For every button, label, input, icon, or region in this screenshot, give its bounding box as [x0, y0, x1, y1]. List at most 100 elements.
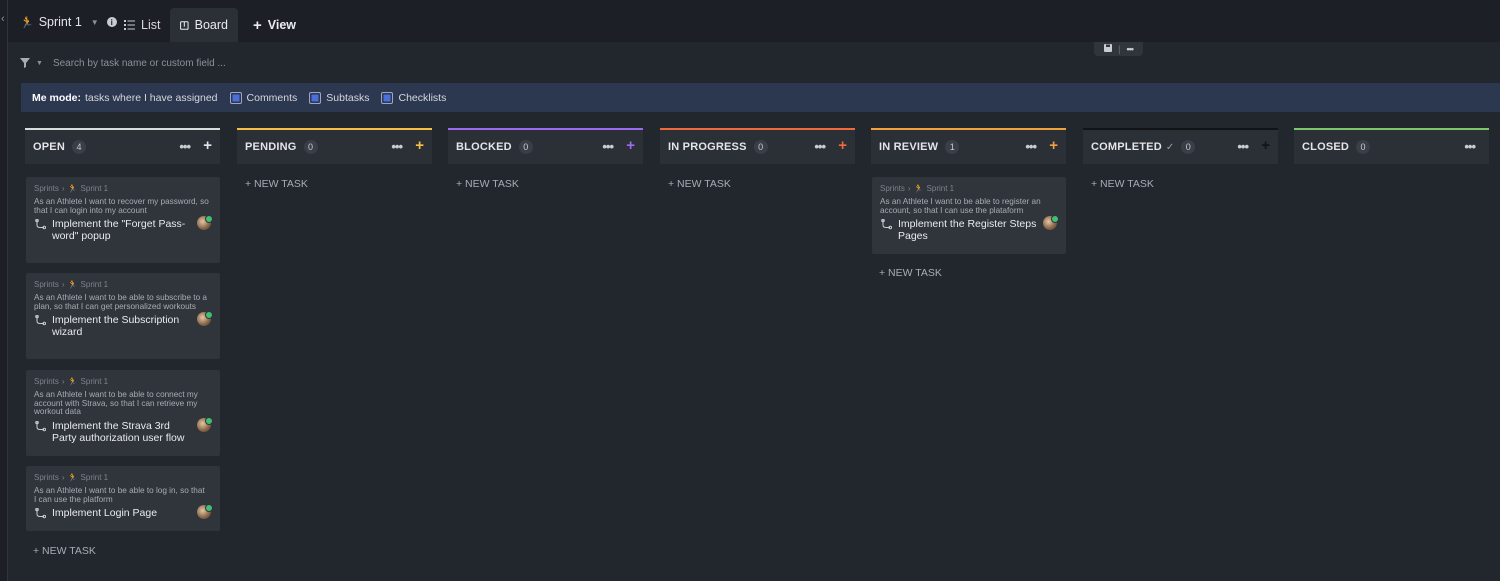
- runner-icon: 🏃: [67, 183, 78, 193]
- chevron-down-icon[interactable]: ▼: [36, 60, 43, 67]
- subtask-icon: [35, 219, 46, 230]
- checkbox[interactable]: [381, 91, 394, 104]
- add-task-icon[interactable]: +: [1261, 138, 1270, 153]
- task-count-badge: 0: [1181, 140, 1196, 154]
- column-header: IN PROGRESS 0 ••• +: [660, 128, 855, 164]
- save-icon[interactable]: [1104, 44, 1113, 54]
- sprint-selector[interactable]: 🏃 Sprint 1 ▼ i: [20, 12, 117, 32]
- subtask-icon: [881, 219, 892, 230]
- column-menu-icon[interactable]: •••: [602, 139, 614, 154]
- avatar[interactable]: [197, 416, 213, 432]
- task-count-badge: 0: [1356, 140, 1371, 154]
- check-circle-icon: ✓: [1165, 141, 1175, 153]
- column-header: COMPLETED ✓ 0 ••• +: [1083, 128, 1278, 164]
- new-task-button[interactable]: + NEW TASK: [660, 178, 855, 190]
- user-story-text: As an Athlete I want to be able to conne…: [34, 390, 198, 416]
- avatar[interactable]: [197, 311, 213, 326]
- breadcrumb: Sprints › 🏃 Sprint 1: [34, 472, 109, 482]
- subtask-icon: [35, 420, 46, 431]
- runner-icon: 🏃: [67, 376, 78, 386]
- column-header: OPEN 4 ••• +: [25, 128, 220, 164]
- add-task-icon[interactable]: +: [415, 138, 424, 153]
- column-menu-icon[interactable]: •••: [814, 139, 826, 154]
- task-card[interactable]: Sprints › 🏃 Sprint 1 As an Athlete I want…: [26, 370, 220, 456]
- column-header: PENDING 0 ••• +: [237, 128, 432, 164]
- task-card[interactable]: Sprints › 🏃 Sprint 1 As an Athlete I want…: [26, 466, 220, 531]
- task-title[interactable]: Implement the Strava 3rd Party authoriza…: [52, 420, 192, 444]
- column-menu-icon[interactable]: •••: [1464, 139, 1476, 154]
- search-input[interactable]: [52, 57, 353, 69]
- me-mode-description: tasks where I have assigned: [85, 91, 218, 104]
- column-menu-icon[interactable]: •••: [179, 139, 191, 154]
- board-icon: [180, 20, 189, 30]
- breadcrumb: Sprints › 🏃 Sprint 1: [880, 183, 955, 193]
- sprint-title: Sprint 1: [38, 15, 82, 29]
- me-mode-comments[interactable]: Comments: [229, 91, 297, 104]
- new-task-button[interactable]: + NEW TASK: [448, 178, 643, 190]
- column-menu-icon[interactable]: •••: [1237, 139, 1249, 154]
- add-task-icon[interactable]: +: [838, 138, 847, 153]
- task-title[interactable]: Implement the Register Steps Pages: [898, 218, 1038, 242]
- column-in-review: IN REVIEW 1 ••• +: [871, 128, 1066, 164]
- sidebar-collapse-strip[interactable]: ‹: [0, 0, 8, 581]
- tab-board[interactable]: Board: [170, 8, 238, 42]
- tab-list-label: List: [141, 18, 161, 32]
- column-closed: CLOSED 0 •••: [1294, 128, 1489, 164]
- runner-icon: 🏃: [913, 183, 924, 193]
- column-menu-icon[interactable]: •••: [1025, 139, 1037, 154]
- me-mode-checklists[interactable]: Checklists: [381, 91, 446, 104]
- new-task-button[interactable]: + NEW TASK: [1083, 178, 1278, 190]
- user-story-text: As an Athlete I want to be able to subsc…: [34, 293, 207, 311]
- task-count-badge: 0: [303, 140, 318, 154]
- plus-icon: +: [253, 16, 262, 34]
- runner-icon: 🏃: [20, 16, 34, 29]
- task-card[interactable]: Sprints › 🏃 Sprint 1 As an Athlete I want…: [872, 177, 1066, 254]
- more-icon[interactable]: •••: [1126, 44, 1134, 54]
- runner-icon: 🏃: [67, 279, 78, 289]
- runner-icon: 🏃: [67, 472, 78, 482]
- column-header: BLOCKED 0 ••• +: [448, 128, 643, 164]
- task-card[interactable]: Sprints › 🏃 Sprint 1 As an Athlete I want…: [26, 177, 220, 263]
- task-count-badge: 4: [71, 140, 86, 154]
- avatar[interactable]: [1043, 215, 1059, 230]
- task-count-badge: 1: [945, 140, 960, 154]
- add-task-icon[interactable]: +: [626, 138, 635, 153]
- task-title[interactable]: Implement Login Page: [52, 507, 192, 519]
- me-mode-bar: Me mode: tasks where I have assigned Com…: [21, 83, 1500, 112]
- user-story-text: As an Athlete I want to be able to regis…: [880, 197, 1041, 215]
- subtask-icon: [35, 508, 46, 519]
- breadcrumb: Sprints › 🏃 Sprint 1: [34, 183, 109, 193]
- task-card[interactable]: Sprints › 🏃 Sprint 1 As an Athlete I want…: [26, 273, 220, 359]
- column-menu-icon[interactable]: •••: [391, 139, 403, 154]
- view-actions: | •••: [1094, 42, 1143, 56]
- column-header: CLOSED 0 •••: [1294, 128, 1489, 164]
- avatar[interactable]: [197, 504, 213, 519]
- add-task-icon[interactable]: +: [203, 138, 212, 153]
- me-mode-subtasks[interactable]: Subtasks: [309, 91, 369, 104]
- new-task-button[interactable]: + NEW TASK: [25, 545, 96, 557]
- tab-board-label: Board: [194, 18, 228, 32]
- checkbox[interactable]: [229, 91, 242, 104]
- chevron-left-icon[interactable]: ‹: [1, 13, 5, 25]
- filter-icon[interactable]: [20, 58, 30, 68]
- column-in-progress: IN PROGRESS 0 ••• + + NEW TASK: [660, 128, 855, 190]
- column-open: OPEN 4 ••• +: [25, 128, 220, 164]
- task-title[interactable]: Implement the "Forget Pass-word" popup: [52, 218, 192, 242]
- checkbox[interactable]: [309, 91, 322, 104]
- add-task-icon[interactable]: +: [1049, 138, 1058, 153]
- new-task-button[interactable]: + NEW TASK: [871, 267, 942, 279]
- avatar[interactable]: [197, 215, 213, 230]
- chevron-down-icon[interactable]: ▼: [91, 18, 99, 27]
- user-story-text: As an Athlete I want to recover my passw…: [34, 197, 209, 215]
- new-task-button[interactable]: + NEW TASK: [237, 178, 432, 190]
- add-view-label: View: [267, 18, 297, 32]
- task-count-badge: 0: [518, 140, 533, 154]
- breadcrumb: Sprints › 🏃 Sprint 1: [34, 376, 109, 386]
- user-story-text: As an Athlete I want to be able to log i…: [34, 486, 205, 504]
- task-title[interactable]: Implement the Subscription wizard: [52, 314, 192, 338]
- breadcrumb: Sprints › 🏃 Sprint 1: [34, 279, 109, 289]
- task-count-badge: 0: [753, 140, 768, 154]
- column-blocked: BLOCKED 0 ••• + + NEW TASK: [448, 128, 643, 190]
- tab-list[interactable]: List: [114, 8, 170, 42]
- add-view-button[interactable]: + View: [243, 8, 306, 42]
